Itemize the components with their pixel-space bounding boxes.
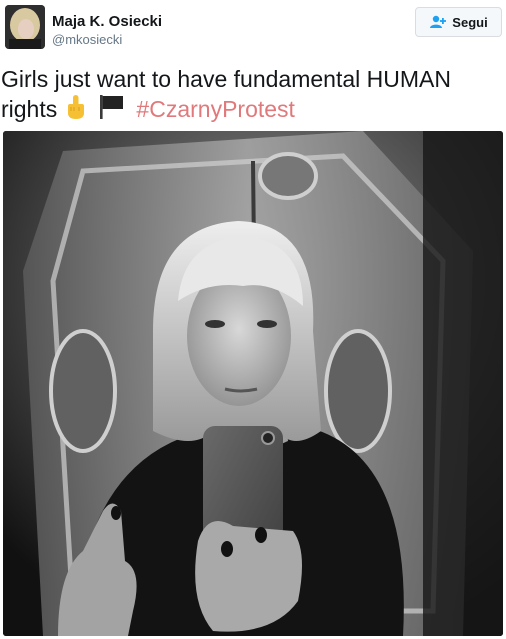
black-flag-emoji: [98, 94, 126, 127]
author-handle[interactable]: @mkosiecki: [52, 32, 122, 47]
tweet-photo[interactable]: [3, 131, 503, 636]
tweet-text: Girls just want to have fundamental HUMA…: [1, 64, 501, 127]
follow-label: Segui: [452, 14, 488, 30]
tweet-header: Maja K. Osiecki @mkosiecki Segui: [0, 0, 506, 60]
avatar[interactable]: [5, 5, 45, 49]
author-name[interactable]: Maja K. Osiecki: [52, 13, 162, 30]
follow-button[interactable]: Segui: [415, 7, 502, 37]
middle-finger-emoji: [64, 94, 88, 127]
hashtag-link[interactable]: #CzarnyProtest: [136, 96, 295, 122]
add-user-icon: [430, 15, 447, 28]
